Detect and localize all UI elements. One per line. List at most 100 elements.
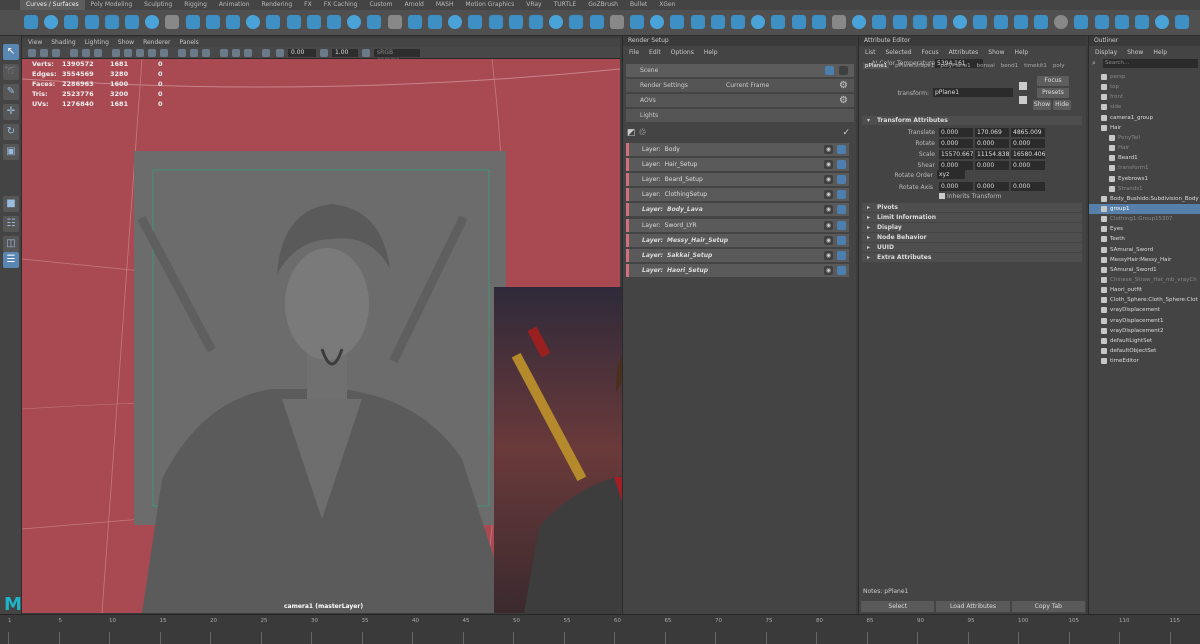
layer-visibility-eye-icon[interactable]: ◉ — [824, 235, 833, 245]
layer-visibility-eye-icon[interactable]: ◉ — [824, 190, 833, 200]
dof-icon[interactable] — [244, 49, 252, 57]
outliner-item[interactable]: camera1_group — [1089, 113, 1200, 123]
outliner-item[interactable]: timeEditor — [1089, 356, 1200, 366]
attr-field-y[interactable]: 0.000 — [975, 139, 1009, 148]
attribute-editor-menu-item[interactable]: Show — [988, 48, 1004, 57]
outliner-item[interactable]: persp — [1089, 72, 1200, 82]
nurbs-sphere-icon[interactable] — [1175, 15, 1190, 29]
render-setup-menu-item[interactable]: File — [629, 48, 639, 57]
bevel-icon[interactable] — [650, 15, 665, 29]
resolution-gate-icon[interactable] — [94, 49, 102, 57]
attribute-editor-menu-item[interactable]: Focus — [922, 48, 939, 57]
camera-attrs-icon[interactable] — [40, 49, 48, 57]
outliner-item[interactable]: vrayDisplacement2 — [1089, 326, 1200, 336]
nurbs-cube-icon[interactable] — [468, 15, 483, 29]
attr-field-y[interactable]: 11154.838 — [975, 150, 1009, 159]
outliner-search-input[interactable]: Search... — [1103, 59, 1198, 68]
shelf-tab[interactable]: Poly Modeling — [85, 0, 139, 10]
rebuild-icon[interactable] — [347, 15, 362, 29]
render-setup-menu-item[interactable]: Edit — [649, 48, 661, 57]
detach-icon[interactable] — [327, 15, 341, 29]
viewport-menu-item[interactable]: View — [28, 39, 42, 46]
square-icon[interactable] — [791, 15, 806, 29]
scale-tool-icon[interactable]: ▣ — [3, 144, 19, 160]
attr-field-z[interactable]: 4865.009 — [1011, 128, 1045, 137]
attr-field-x[interactable]: 15570.667 — [939, 150, 973, 159]
square-icon[interactable] — [1155, 15, 1170, 29]
outliner-item[interactable]: transform1 — [1089, 163, 1200, 173]
outliner-item[interactable]: Teeth — [1089, 234, 1200, 244]
render-layer-row[interactable]: Layer: Beard_Setup ◉ — [626, 173, 849, 187]
shelf-tab[interactable]: VRay — [520, 0, 547, 10]
rs-render-settings-row[interactable]: Render Settings Current Frame ⚙ — [626, 79, 854, 92]
layout-four-icon[interactable]: ☷ — [3, 216, 19, 232]
circle-icon[interactable] — [1135, 15, 1149, 29]
revolve-icon[interactable] — [226, 15, 240, 29]
node-tab[interactable]: bend1 — [1001, 63, 1018, 69]
outliner-menu-item[interactable]: Help — [1153, 48, 1167, 57]
square-icon[interactable] — [428, 15, 442, 29]
outliner-item[interactable]: SAmurai_Sword — [1089, 245, 1200, 255]
nurbs-sphere-icon[interactable] — [448, 15, 463, 29]
attr-field-y[interactable]: 0.000 — [975, 161, 1009, 170]
render-layer-row[interactable]: Layer: Haori_Setup ◉ — [626, 263, 849, 277]
outliner-layout-icon[interactable]: ☰ — [3, 252, 19, 268]
layer-options-icon[interactable]: ✓ — [842, 128, 850, 138]
view-transform-select[interactable]: sRGB gamma — [374, 49, 420, 64]
layer-visibility-eye-icon[interactable]: ◉ — [824, 205, 833, 215]
extrude-icon[interactable] — [246, 15, 261, 29]
camera-select-icon[interactable] — [28, 49, 36, 57]
layer-visibility-eye-icon[interactable]: ◉ — [824, 160, 833, 170]
nurbs-cone-icon[interactable] — [508, 15, 523, 29]
gamma-icon[interactable] — [276, 49, 284, 57]
color-management-icon[interactable] — [362, 49, 370, 57]
outliner-item[interactable]: top — [1089, 82, 1200, 92]
curve-tool-icon[interactable] — [751, 15, 766, 29]
node-tab[interactable]: polyPlane1 — [940, 63, 970, 69]
rs-scene-row[interactable]: Scene — [626, 64, 854, 77]
render-layer-row[interactable]: Layer: Messy_Hair_Setup ◉ — [626, 233, 849, 247]
outliner-item[interactable]: Body_Bushido:Subdivision_Body — [1089, 194, 1200, 204]
attr-field-y[interactable]: 170.069 — [975, 128, 1009, 137]
attach-icon[interactable] — [670, 15, 685, 29]
lasso-tool-icon[interactable]: ➰ — [3, 64, 19, 80]
outliner-item[interactable]: Beard1 — [1089, 153, 1200, 163]
detach-icon[interactable] — [690, 15, 705, 29]
outliner-item[interactable]: Haori_outfit — [1089, 285, 1200, 295]
isolate-icon[interactable] — [178, 49, 186, 57]
attribute-editor-menu-item[interactable]: List — [865, 48, 876, 57]
shelf-tab[interactable]: Arnold — [398, 0, 429, 10]
attribute-section[interactable]: UUID — [862, 243, 1082, 252]
nurbs-plane-icon[interactable] — [892, 15, 907, 29]
trim-icon[interactable] — [367, 15, 382, 29]
viewport-menu-item[interactable]: Lighting — [85, 39, 109, 46]
select-button[interactable]: Select — [861, 601, 935, 612]
copy-tab-button[interactable]: Copy Tab — [1011, 601, 1085, 612]
outliner-item[interactable]: side — [1089, 102, 1200, 112]
detach-icon[interactable] — [1054, 15, 1069, 29]
circle-icon[interactable] — [771, 15, 786, 29]
layer-visibility-eye-icon[interactable]: ◉ — [824, 220, 833, 230]
planar-icon[interactable] — [993, 15, 1008, 29]
shelf-tab[interactable]: Curves / Surfaces — [20, 0, 85, 10]
loft-icon[interactable] — [933, 15, 947, 29]
curve-tool-icon[interactable] — [24, 15, 38, 29]
trim-icon[interactable] — [1094, 15, 1109, 29]
rs-aovs-row[interactable]: AOVs ⚙ — [626, 94, 854, 107]
attach-icon[interactable] — [1034, 15, 1048, 29]
move-tool-icon[interactable]: ✛ — [3, 104, 19, 120]
curve-tool-icon[interactable] — [387, 15, 402, 29]
nurbs-cylinder-icon[interactable] — [852, 15, 867, 29]
gamma-toggle-icon[interactable] — [320, 49, 328, 57]
go-to-output-icon[interactable] — [1019, 96, 1027, 104]
aovs-gear-icon[interactable]: ⚙ — [839, 94, 848, 107]
render-layer-row[interactable]: Layer: Hair_Setup ◉ — [626, 158, 849, 172]
rotate-axis-z[interactable]: 0.000 — [1011, 182, 1045, 191]
layer-visibility-eye-icon[interactable]: ◉ — [824, 145, 833, 154]
layer-renderable-icon[interactable] — [837, 235, 846, 245]
attribute-section[interactable]: Extra Attributes — [862, 253, 1082, 262]
time-slider[interactable]: 1 5 10 15 20 25 30 35 40 45 50 55 60 65 70 75 80 85 90 95 10… — [0, 614, 1200, 644]
shelf-tab[interactable]: FX Caching — [318, 0, 364, 10]
shelf-tab[interactable]: Motion Graphics — [459, 0, 520, 10]
shelf-tab[interactable]: Bullet — [624, 0, 653, 10]
